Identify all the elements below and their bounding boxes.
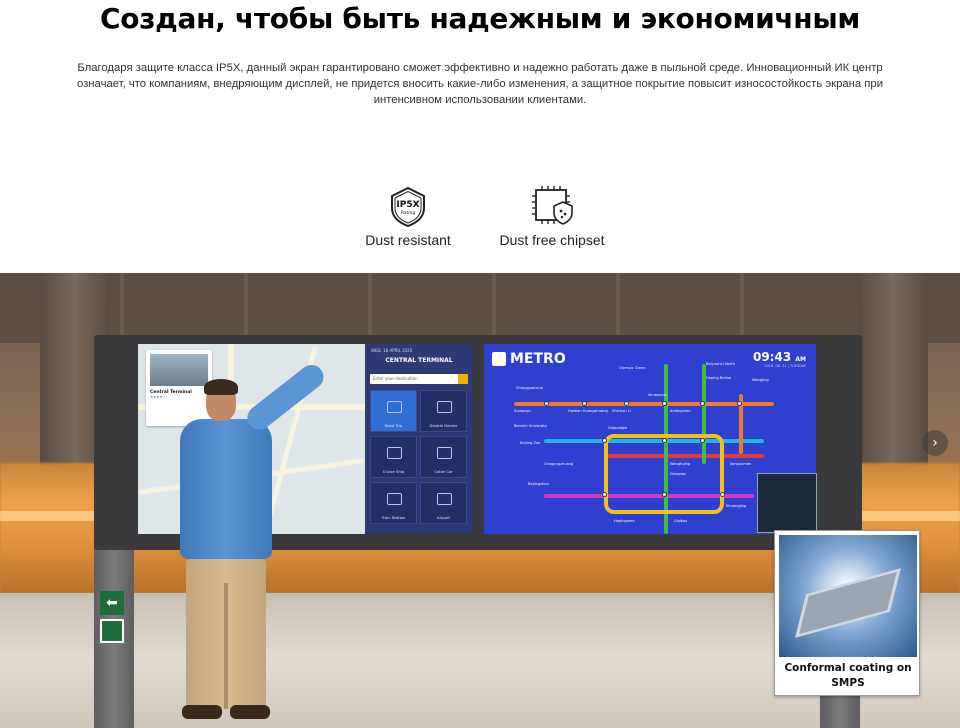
station-label: Beiyuanlu North	[706, 362, 736, 366]
station-label: Jianguomen	[730, 462, 752, 466]
feature-label: Dust resistant	[365, 232, 451, 248]
tile-label: Cruise Ship	[382, 469, 405, 474]
metro-station	[602, 492, 607, 497]
bus-icon	[387, 401, 402, 413]
feature-dust-resistant: IP5X Rating Dust resistant	[333, 184, 483, 248]
conformal-coating-callout: Conformal coating on SMPS	[774, 530, 920, 696]
metro-station	[700, 401, 705, 406]
exit-arrow-icon: ⬅	[100, 591, 124, 615]
person-legs-gap	[224, 583, 228, 709]
metro-station	[544, 401, 549, 406]
metro-station	[662, 438, 667, 443]
metro-date: 2016. 08. 31 | TUESDAY	[764, 364, 806, 368]
metro-station	[602, 438, 607, 443]
cable-car-icon	[437, 447, 452, 459]
person-using-kiosk	[170, 360, 329, 728]
station-label: Shuangjing	[726, 504, 747, 508]
ip5x-shield-icon: IP5X Rating	[391, 186, 425, 228]
metro-station	[737, 401, 742, 406]
feature-label: Dust free chipset	[499, 232, 605, 248]
station-label: Dongdan	[670, 472, 687, 476]
feature-dust-free-chipset: Dust free chipset	[477, 184, 627, 248]
station-label: Renmin University	[514, 424, 547, 428]
search-icon[interactable]	[458, 374, 468, 384]
hero-description: Благодаря защите класса IP5X, данный экр…	[76, 62, 884, 106]
callout-line-2: SMPS	[831, 677, 865, 689]
station-label: Andingmen	[670, 409, 691, 413]
person-shoe	[230, 705, 270, 719]
station-label: Ciqikou	[674, 519, 688, 523]
tile-label: Road Trip	[384, 423, 403, 428]
callout-line-1: Conformal coating on	[784, 662, 912, 674]
tile-label: Double Decker	[429, 423, 458, 428]
page-title: Создан, чтобы быть надежным и экономичны…	[100, 2, 860, 35]
clock-time: 09:43	[752, 350, 792, 364]
callout-caption: Conformal coating on SMPS	[775, 661, 921, 691]
nav-date: WED, 18 APRIL 2020	[371, 348, 413, 353]
station-label: Olympic Green	[619, 366, 646, 370]
emergency-exit-icon	[100, 619, 124, 643]
station-label: Beijing Zoo	[520, 441, 541, 445]
metro-station	[624, 401, 629, 406]
chip-render	[799, 571, 897, 635]
tile-label: Cable Car	[434, 469, 453, 474]
metro-station	[582, 401, 587, 406]
airplane-icon	[437, 493, 452, 505]
navigation-panel: WED, 18 APRIL 2020 CENTRAL TERMINAL Ente…	[365, 344, 473, 534]
metro-station	[662, 401, 667, 406]
station-label: Wangjing	[752, 378, 769, 382]
station-label: Sudaoqiu	[514, 409, 531, 413]
circuit-board-image	[779, 535, 917, 657]
station-label: Beijingzhan	[528, 482, 549, 486]
person-shirt	[180, 419, 272, 559]
metro-line-orange	[514, 402, 774, 406]
tile-airport[interactable]: Airport	[420, 482, 467, 524]
metro-train-icon	[492, 352, 506, 366]
carousel-next-button[interactable]: ›	[922, 430, 948, 456]
search-placeholder: Enter your destination	[373, 376, 418, 381]
person-shoe	[182, 705, 222, 719]
station-label: Guloudajie	[608, 426, 628, 430]
station-label: Heping Beihai	[706, 376, 732, 380]
tile-label: Airport	[437, 515, 450, 520]
tile-train-station[interactable]: Train Station	[370, 482, 417, 524]
metro-station	[720, 492, 725, 497]
ip5x-badge-text: IP5X	[396, 200, 419, 210]
ip5x-badge-sub: Rating	[401, 210, 416, 216]
train-icon	[387, 493, 402, 505]
tile-double-decker[interactable]: Double Decker	[420, 390, 467, 432]
chip-inset	[757, 473, 817, 533]
tile-cable-car[interactable]: Cable Car	[420, 436, 467, 478]
metro-line-yellow-loop	[604, 434, 724, 514]
metro-clock: 09:43 AM	[753, 350, 806, 364]
station-label: Wangfujing	[670, 462, 691, 466]
product-photo-scene: Central Terminal ★★★★☆ WED, 18 APRIL 202…	[0, 273, 960, 728]
double-decker-icon	[437, 401, 452, 413]
station-label: Wudaokou	[648, 393, 667, 397]
chipset-shield-icon	[532, 186, 573, 225]
station-label: Zhongguancun	[516, 386, 544, 390]
station-label: Zhichun Li	[612, 409, 631, 413]
person-hair	[204, 379, 238, 395]
destination-search-input[interactable]: Enter your destination	[370, 374, 468, 384]
station-label: Chegongzhuang	[544, 462, 574, 466]
ship-icon	[387, 447, 402, 459]
metro-title: METRO	[510, 351, 566, 367]
station-label: Haidian Huangzhuang	[568, 409, 608, 413]
station-label: Hepingmen	[614, 519, 635, 523]
nav-title: CENTRAL TERMINAL	[385, 357, 453, 364]
tile-cruise-ship[interactable]: Cruise Ship	[370, 436, 417, 478]
tile-road-trip[interactable]: Road Trip	[370, 390, 417, 432]
metro-station	[662, 492, 667, 497]
metro-station	[700, 438, 705, 443]
clock-ampm: AM	[795, 356, 806, 363]
tile-label: Train Station	[381, 515, 406, 520]
ceiling	[0, 273, 960, 343]
